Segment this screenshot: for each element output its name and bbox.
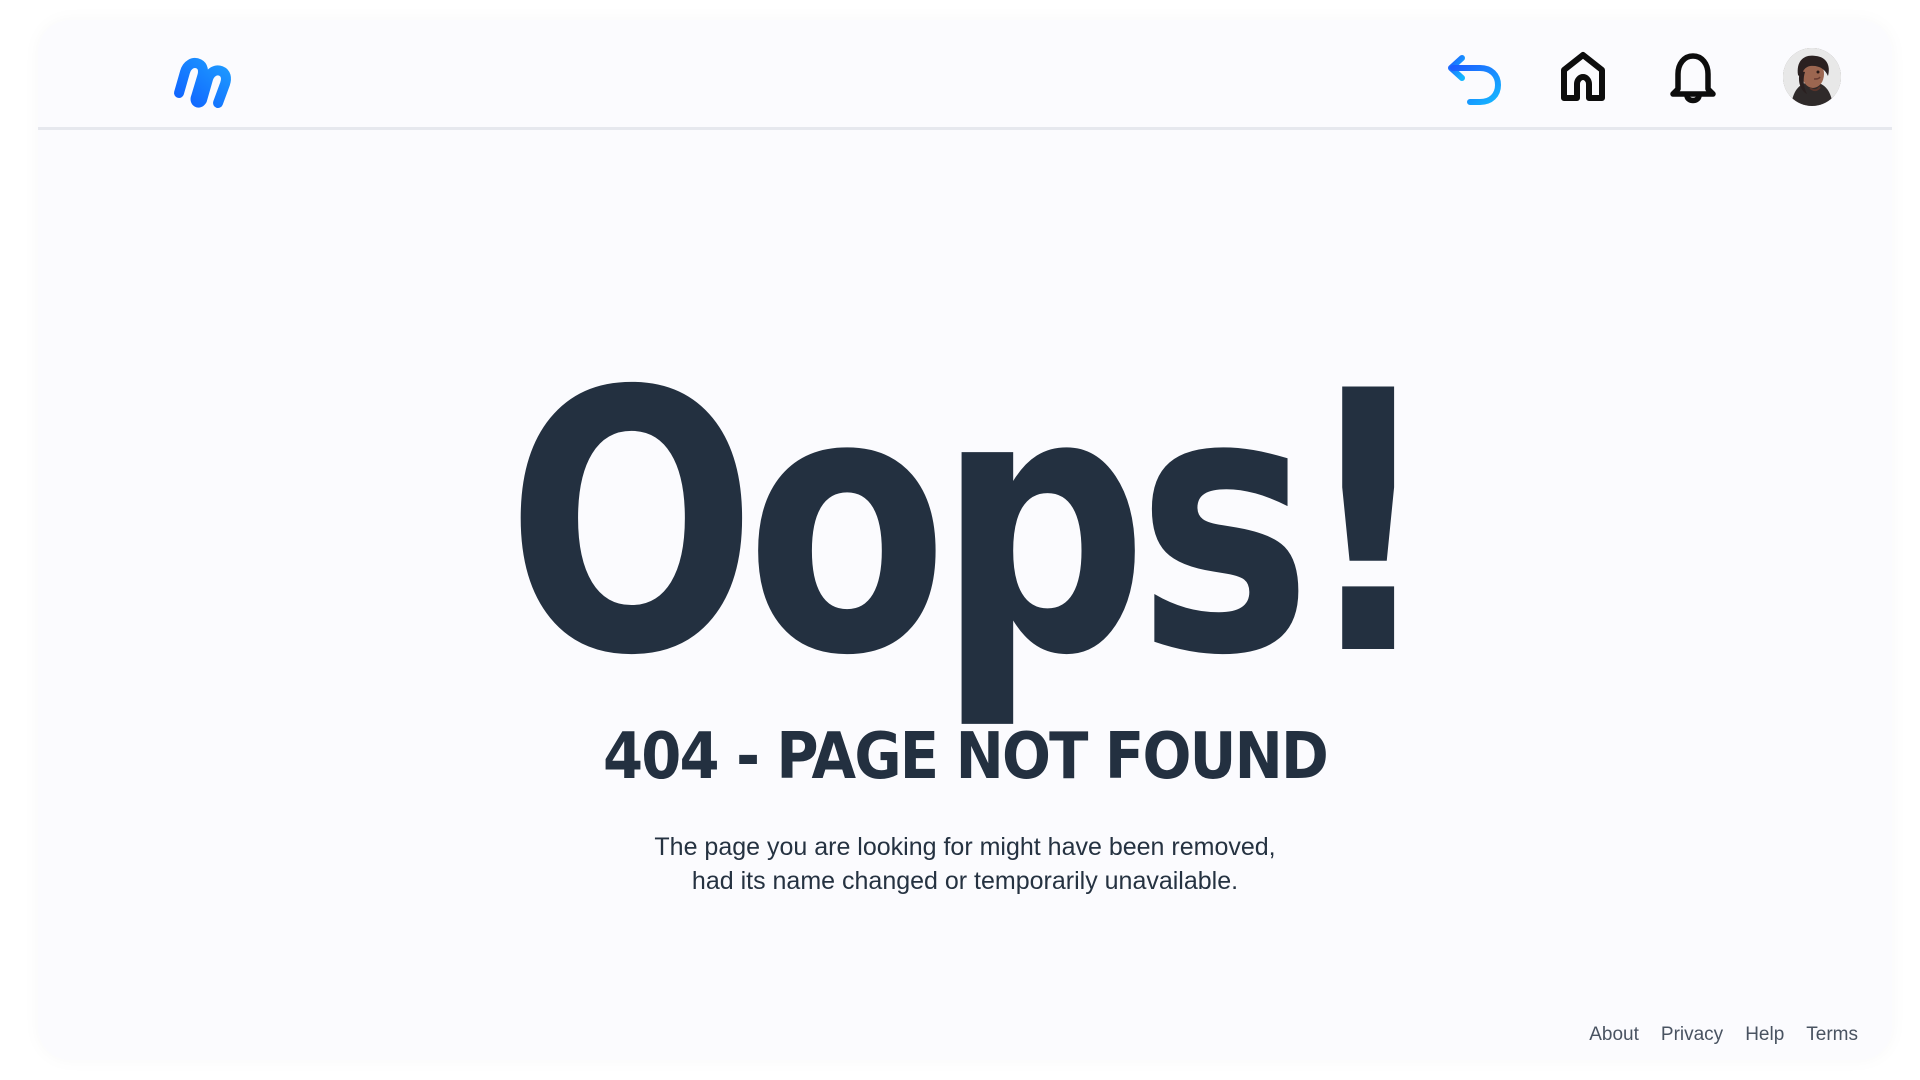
error-description-line-1: The page you are looking for might have … xyxy=(654,833,1276,861)
notifications-button[interactable] xyxy=(1662,46,1724,108)
footer-link-terms[interactable]: Terms xyxy=(1806,1024,1858,1046)
app-window: Oops! 404 - PAGE NOT FOUND The page you … xyxy=(38,20,1892,1060)
back-icon xyxy=(1448,55,1501,105)
back-button[interactable] xyxy=(1442,46,1504,108)
error-description: The page you are looking for might have … xyxy=(38,830,1892,898)
brand-logo-icon xyxy=(174,58,231,108)
error-content: Oops! 404 - PAGE NOT FOUND The page you … xyxy=(38,130,1892,1060)
error-code-title: 404 - PAGE NOT FOUND xyxy=(602,720,1329,794)
home-button[interactable] xyxy=(1552,46,1614,108)
bell-icon xyxy=(1670,53,1716,104)
user-avatar[interactable] xyxy=(1783,48,1841,106)
brand-logo-icon[interactable] xyxy=(170,44,234,112)
avatar-image xyxy=(1783,48,1841,106)
error-description-line-2: had its name changed or temporarily unav… xyxy=(691,867,1239,895)
footer-links: About Privacy Help Terms xyxy=(1589,1024,1858,1046)
footer-link-about[interactable]: About xyxy=(1589,1024,1639,1046)
error-headline: Oops! xyxy=(505,315,1435,734)
footer-link-privacy[interactable]: Privacy xyxy=(1661,1024,1723,1046)
top-navigation xyxy=(38,20,1892,130)
footer-link-help[interactable]: Help xyxy=(1745,1024,1784,1046)
home-icon xyxy=(1561,52,1605,101)
